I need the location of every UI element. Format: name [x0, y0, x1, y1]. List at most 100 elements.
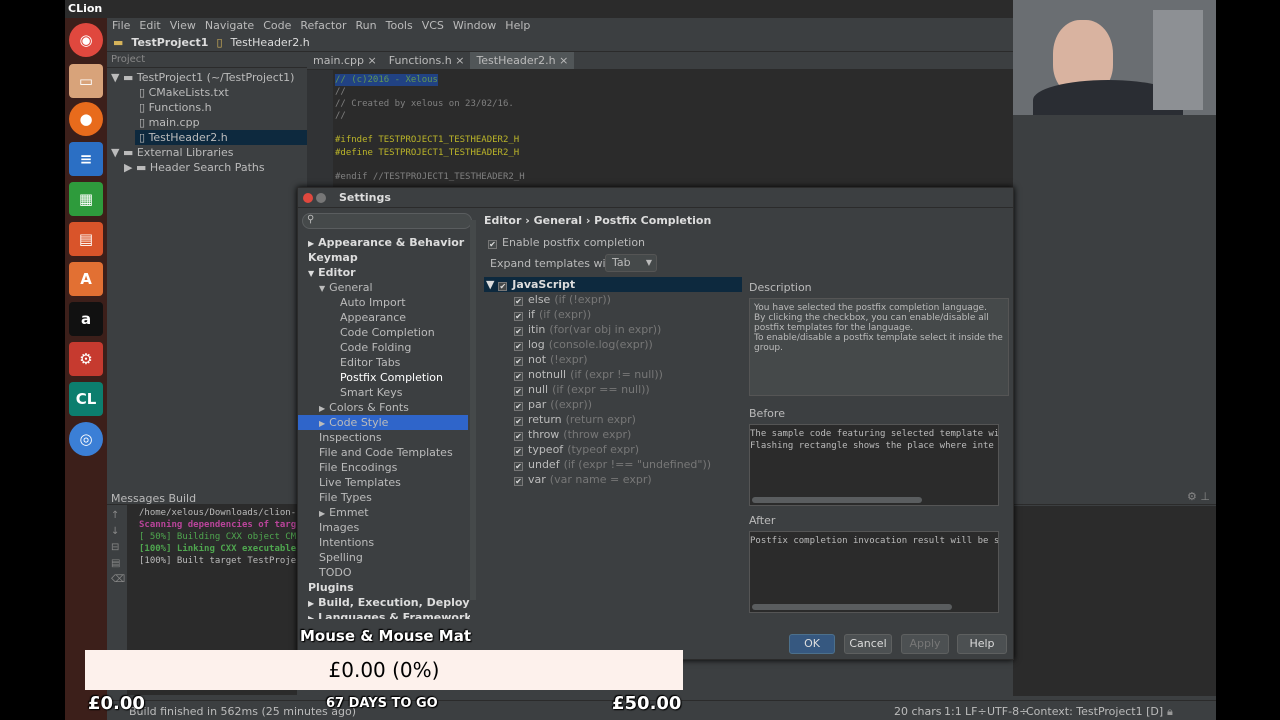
writer-icon[interactable]: ≡	[69, 142, 103, 176]
tree-scrollbar[interactable]	[470, 220, 476, 600]
settings-tree-item[interactable]: File Types	[319, 490, 372, 505]
menu-run[interactable]: Run	[356, 18, 377, 34]
settings-tree-item[interactable]: Code Folding	[340, 340, 411, 355]
settings-search-input[interactable]: ⚲	[302, 213, 472, 229]
impress-icon[interactable]: ▤	[69, 222, 103, 256]
checkbox[interactable]: ✔	[514, 402, 523, 411]
close-icon[interactable]	[303, 192, 313, 203]
settings-tree-item[interactable]: Appearance	[340, 310, 406, 325]
minimize-icon[interactable]	[316, 192, 326, 203]
amazon-icon[interactable]: a	[69, 302, 103, 336]
ubuntu-icon[interactable]: ◉	[69, 23, 103, 57]
settings-icon[interactable]: ⚙	[69, 342, 103, 376]
template-row[interactable]: ✔ throw (throw expr)	[514, 427, 631, 442]
files-icon[interactable]: ▭	[69, 64, 103, 98]
settings-tree-item[interactable]: ▶ Appearance & Behavior	[308, 235, 464, 251]
horizontal-scrollbar[interactable]	[752, 497, 922, 503]
apply-button[interactable]: Apply	[901, 634, 949, 654]
template-row[interactable]: ✔ null (if (expr == null))	[514, 382, 650, 397]
template-row[interactable]: ✔ notnull (if (expr != null))	[514, 367, 663, 382]
settings-tree-item[interactable]: File Encodings	[319, 460, 397, 475]
firefox-icon[interactable]: ●	[69, 102, 103, 136]
checkbox[interactable]: ✔	[514, 387, 523, 396]
template-row[interactable]: ✔ not (!expr)	[514, 352, 588, 367]
menu-file[interactable]: File	[112, 18, 130, 34]
checkbox[interactable]: ✔	[514, 297, 523, 306]
horizontal-scrollbar[interactable]	[752, 604, 952, 610]
tree-file[interactable]: ▯ CMakeLists.txt	[139, 85, 229, 100]
settings-tree-item[interactable]: Smart Keys	[340, 385, 402, 400]
trash-icon[interactable]: ⌫	[111, 572, 127, 588]
settings-tree-item[interactable]: Editor Tabs	[340, 355, 400, 370]
enable-postfix-checkbox[interactable]: ✔ Enable postfix completion	[488, 235, 645, 250]
settings-tree-item[interactable]: TODO	[319, 565, 352, 580]
template-row[interactable]: ✔ if (if (expr))	[514, 307, 591, 322]
nav-project[interactable]: TestProject1	[131, 36, 208, 49]
chevron-right-icon[interactable]: ▶	[308, 239, 314, 248]
chevron-right-icon[interactable]: ▶	[308, 614, 314, 619]
template-row[interactable]: ✔ undef (if (expr !== "undefined"))	[514, 457, 711, 472]
tab-main-cpp[interactable]: main.cpp ×	[307, 52, 383, 69]
tree-file[interactable]: ▯ main.cpp	[139, 115, 200, 130]
nav-file[interactable]: TestHeader2.h	[231, 36, 310, 49]
export-icon[interactable]: ⊟	[111, 540, 127, 556]
checkbox[interactable]: ✔	[514, 477, 523, 486]
tree-external[interactable]: ▼ ▬ External Libraries	[111, 145, 234, 160]
status-line-ending[interactable]: LF÷	[965, 705, 987, 718]
menu-refactor[interactable]: Refactor	[300, 18, 346, 34]
help-button[interactable]: Help	[957, 634, 1007, 654]
chevron-right-icon[interactable]: ▶	[319, 404, 325, 413]
template-row[interactable]: ✔ return (return expr)	[514, 412, 636, 427]
settings-tree-item[interactable]: File and Code Templates	[319, 445, 453, 460]
settings-tree-item[interactable]: ▶ Emmet	[319, 505, 369, 521]
menu-view[interactable]: View	[170, 18, 196, 34]
gear-icon[interactable]: ⚙ ⊥	[1013, 490, 1216, 505]
lang-node[interactable]: ▼ ✔ JavaScript	[486, 277, 575, 292]
template-row[interactable]: ✔ itin (for(var obj in expr))	[514, 322, 661, 337]
checkbox[interactable]: ✔	[514, 462, 523, 471]
menu-code[interactable]: Code	[263, 18, 291, 34]
template-row[interactable]: ✔ typeof (typeof expr)	[514, 442, 639, 457]
checkbox[interactable]: ✔	[498, 282, 508, 291]
chevron-down-icon[interactable]: ▼	[308, 269, 314, 278]
menu-window[interactable]: Window	[453, 18, 496, 34]
checkbox[interactable]: ✔	[514, 447, 523, 456]
tree-header-paths[interactable]: ▶ ▬ Header Search Paths	[124, 160, 265, 175]
tree-file[interactable]: ▯ Functions.h	[139, 100, 212, 115]
menu-navigate[interactable]: Navigate	[205, 18, 254, 34]
clion-icon[interactable]: CL	[69, 382, 103, 416]
settings-tree-item[interactable]: Keymap	[308, 250, 358, 265]
down-arrow-icon[interactable]: ↓	[111, 524, 127, 540]
checkbox[interactable]: ✔	[514, 327, 523, 336]
settings-tree-item[interactable]: Plugins	[308, 580, 354, 595]
settings-tree-item[interactable]: ▶ Code Style	[319, 415, 388, 431]
chevron-right-icon[interactable]: ▶	[319, 419, 325, 428]
template-row[interactable]: ✔ else (if (!expr))	[514, 292, 611, 307]
settings-tree-item[interactable]: ▼ Editor	[308, 265, 356, 281]
menu-tools[interactable]: Tools	[386, 18, 413, 34]
chevron-down-icon[interactable]: ▼	[319, 284, 325, 293]
chevron-right-icon[interactable]: ▶	[308, 599, 314, 608]
status-encoding[interactable]: UTF-8÷	[987, 705, 1028, 718]
tree-file-selected[interactable]: ▯ TestHeader2.h	[135, 130, 307, 145]
settings-tree-item[interactable]: Auto Import	[340, 295, 406, 310]
software-center-icon[interactable]: A	[69, 262, 103, 296]
settings-tree-item[interactable]: Postfix Completion	[340, 370, 443, 385]
checkbox[interactable]: ✔	[514, 342, 523, 351]
template-row[interactable]: ✔ log (console.log(expr))	[514, 337, 653, 352]
settings-tree-item[interactable]: Spelling	[319, 550, 363, 565]
menu-edit[interactable]: Edit	[139, 18, 160, 34]
menu-vcs[interactable]: VCS	[422, 18, 444, 34]
calc-icon[interactable]: ▦	[69, 182, 103, 216]
settings-tree-item[interactable]: ▶ Languages & Frameworks	[308, 610, 470, 619]
checkbox[interactable]: ✔	[514, 372, 523, 381]
checkbox[interactable]: ✔	[514, 417, 523, 426]
settings-tree-item[interactable]: ▶ Build, Execution, Deployment	[308, 595, 470, 611]
template-row[interactable]: ✔ par ((expr))	[514, 397, 592, 412]
filter-icon[interactable]: ▤	[111, 556, 127, 572]
ok-button[interactable]: OK	[789, 634, 835, 654]
settings-tree-item[interactable]: ▼ General	[319, 280, 373, 296]
tab-functions-h[interactable]: Functions.h ×	[383, 52, 471, 69]
checkbox[interactable]: ✔	[488, 240, 497, 249]
settings-tree-item[interactable]: Images	[319, 520, 359, 535]
